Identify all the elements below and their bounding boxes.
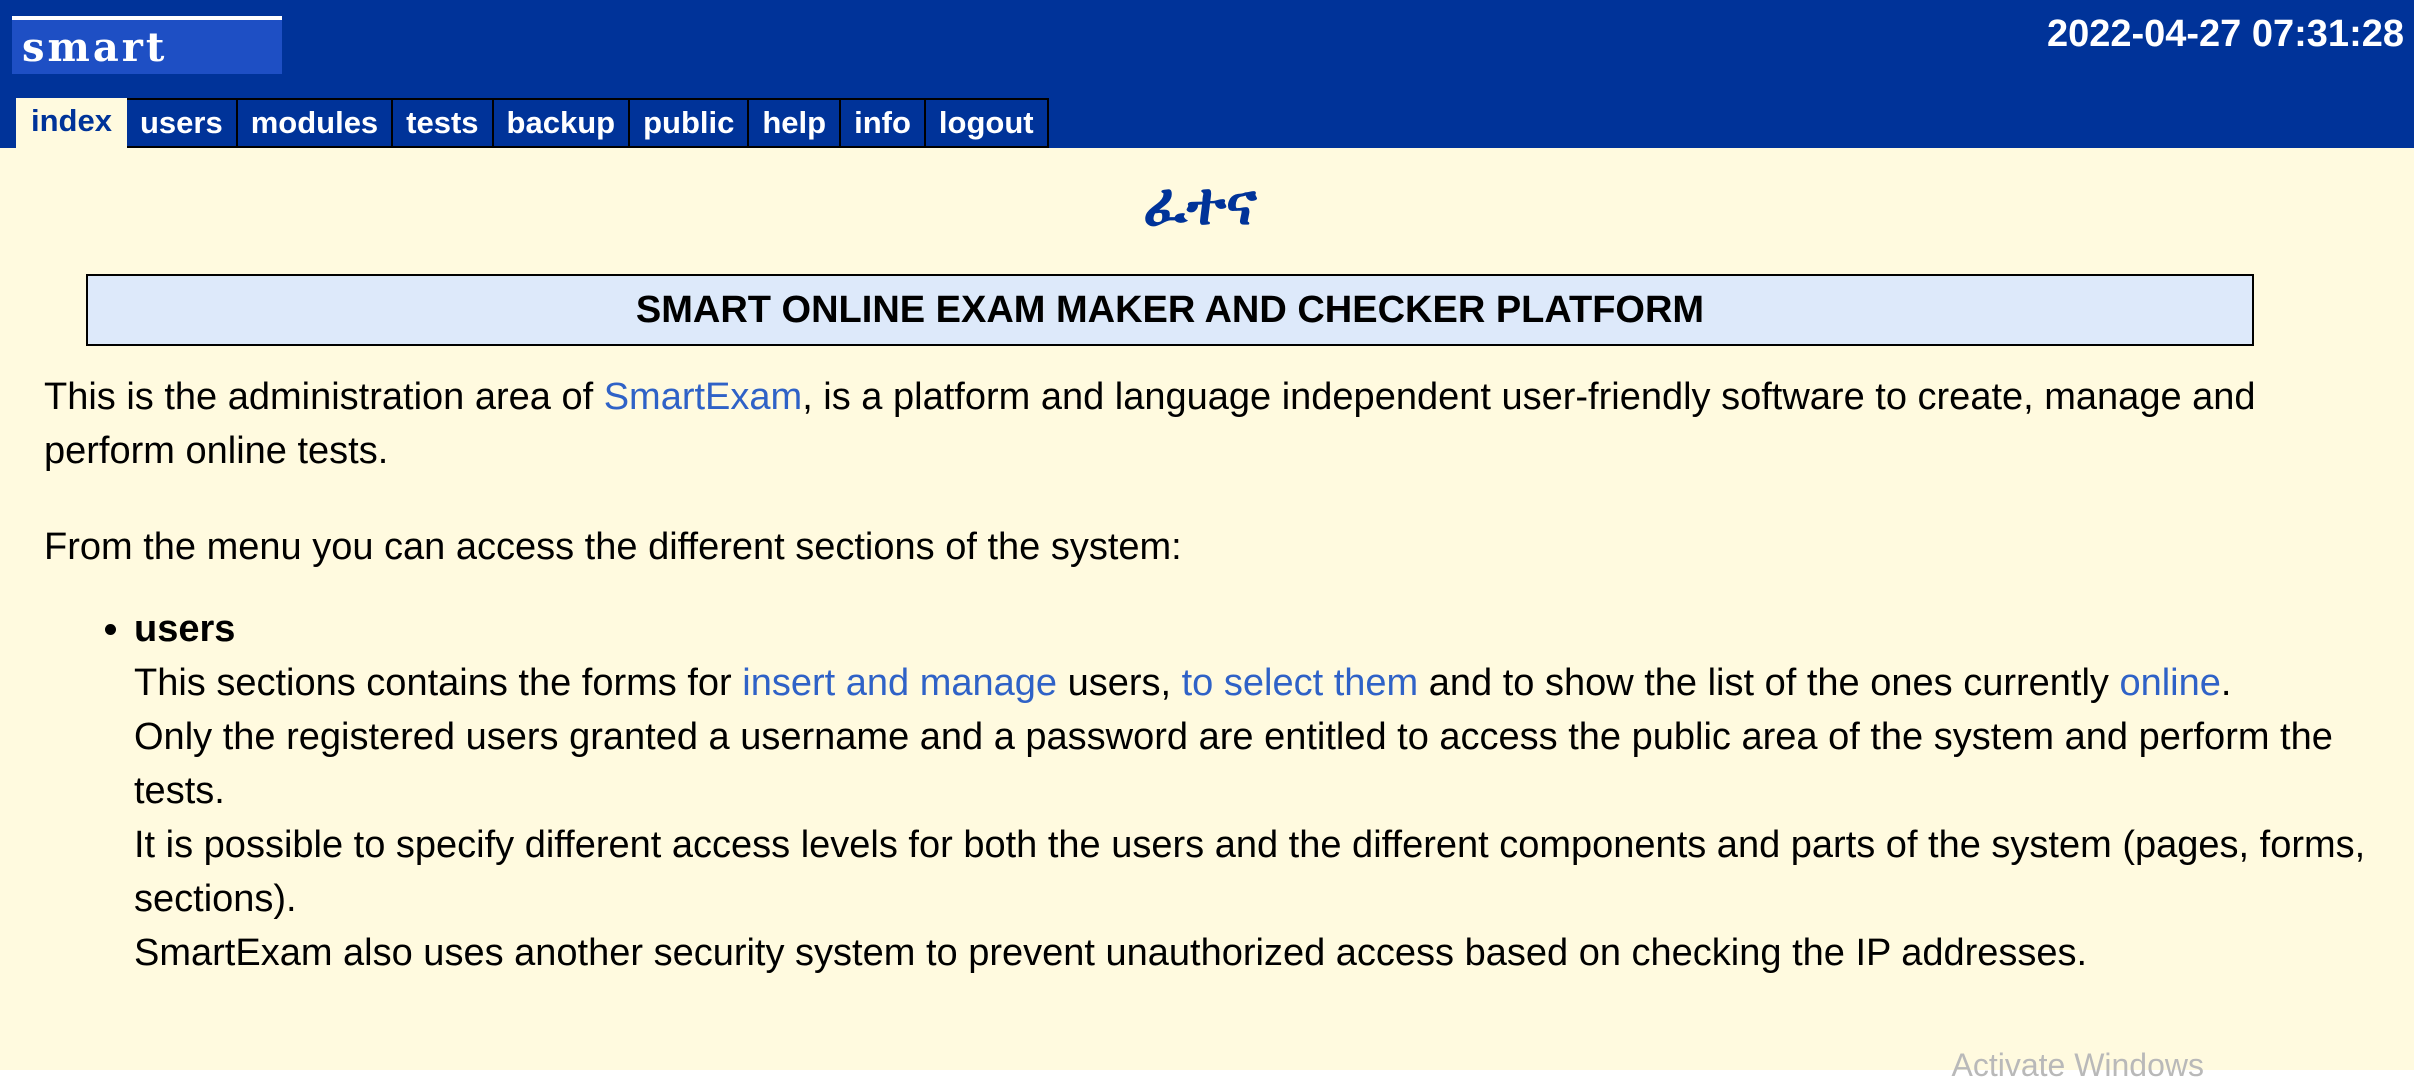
header-bar: smart 2022-04-27 07:31:28 index users mo… <box>0 0 2414 148</box>
online-users-link[interactable]: online <box>2119 662 2220 704</box>
tab-tests[interactable]: tests <box>393 98 494 148</box>
description-area: This is the administration area of Smart… <box>44 370 2374 980</box>
smart-logo[interactable]: smart <box>12 16 282 74</box>
platform-banner: SMART ONLINE EXAM MAKER AND CHECKER PLAT… <box>86 274 2254 346</box>
users-text-2: Only the registered users granted a user… <box>134 716 2333 812</box>
users-text-4: SmartExam also uses another security sys… <box>134 932 2088 974</box>
page-title: ፈተና <box>1143 172 1257 237</box>
smartexam-link[interactable]: SmartExam <box>604 376 802 418</box>
users-text-1a: This sections contains the forms for <box>134 662 743 704</box>
main-content: ፈተና SMART ONLINE EXAM MAKER AND CHECKER … <box>0 148 2414 1083</box>
datetime-display: 2022-04-27 07:31:28 <box>2046 13 2404 55</box>
tab-users[interactable]: users <box>126 98 238 148</box>
intro-paragraph: This is the administration area of Smart… <box>44 370 2374 478</box>
users-text-1b: users, <box>1057 662 1182 704</box>
menu-intro-paragraph: From the menu you can access the differe… <box>44 526 1182 568</box>
tab-help[interactable]: help <box>749 98 842 148</box>
select-users-link[interactable]: to select them <box>1182 662 1419 704</box>
sections-list: users This sections contains the forms f… <box>44 602 2374 980</box>
users-text-3: It is possible to specify different acce… <box>134 824 2366 920</box>
logo-text: smart <box>22 24 168 71</box>
list-item-users: users This sections contains the forms f… <box>134 602 2374 980</box>
banner-text: SMART ONLINE EXAM MAKER AND CHECKER PLAT… <box>635 288 1705 331</box>
tab-index[interactable]: index <box>16 98 127 148</box>
tab-modules[interactable]: modules <box>237 98 394 148</box>
users-section-title: users <box>134 608 236 650</box>
tab-logout[interactable]: logout <box>925 98 1049 148</box>
tab-backup[interactable]: backup <box>493 98 631 148</box>
intro-text-before: This is the administration area of <box>44 376 604 418</box>
users-text-1d: . <box>2220 662 2232 704</box>
users-text-1c: and to show the list of the ones current… <box>1418 662 2120 704</box>
tab-info[interactable]: info <box>841 98 926 148</box>
main-nav-tabs: index users modules tests backup public … <box>16 98 1049 148</box>
tab-public[interactable]: public <box>630 98 750 148</box>
insert-manage-link[interactable]: insert and manage <box>742 662 1057 704</box>
activation-watermark: Activate Windows <box>1951 1047 2204 1083</box>
